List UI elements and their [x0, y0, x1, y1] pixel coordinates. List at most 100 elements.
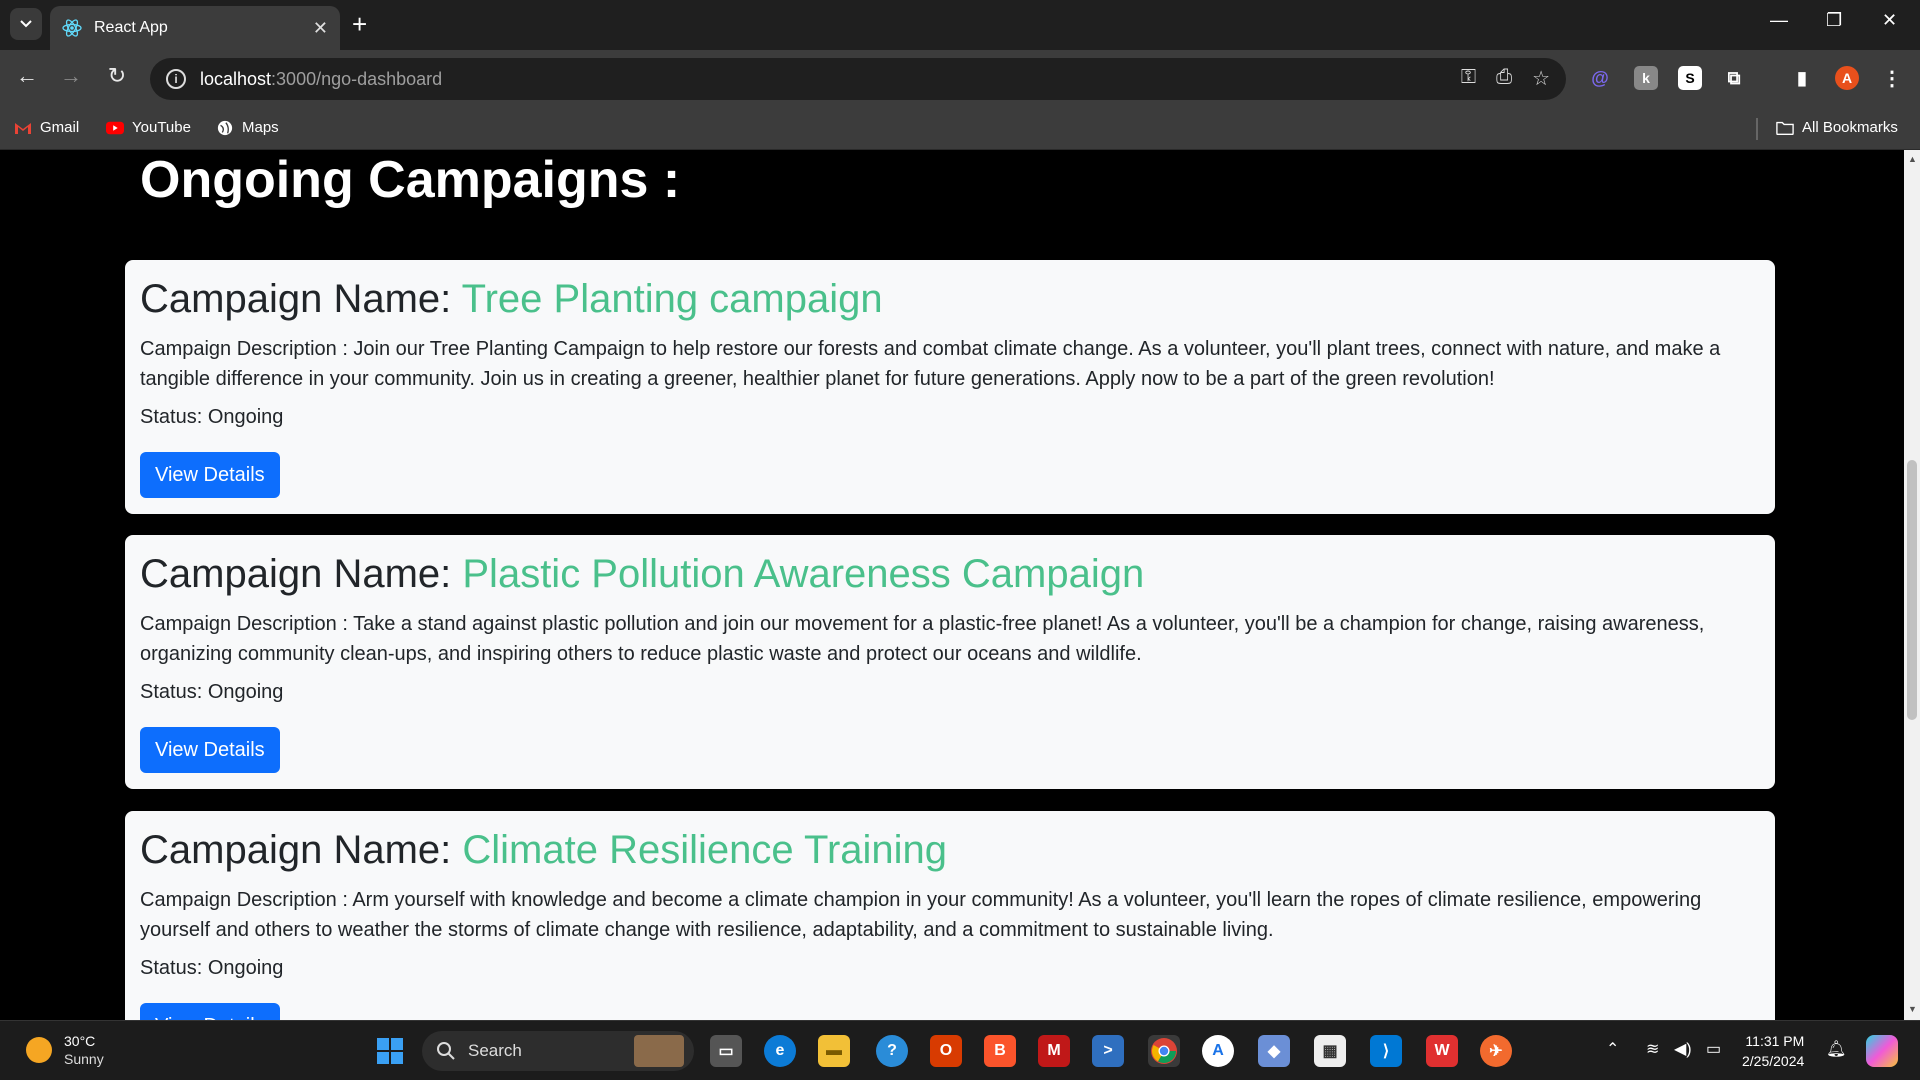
get-help-icon[interactable]: ? [876, 1035, 908, 1067]
task-view-icon[interactable]: ▭ [710, 1035, 742, 1067]
gmail-icon [15, 122, 31, 134]
weather-widget[interactable]: 30°C Sunny [26, 1032, 104, 1068]
campaign-title: Campaign Name: Climate Resilience Traini… [140, 827, 1760, 873]
browser-tab[interactable]: React App ✕ [50, 6, 340, 50]
reload-icon[interactable]: ↻ [102, 63, 132, 89]
page-viewport: Ongoing Campaigns : Campaign Name: Tree … [0, 150, 1904, 1020]
vpn-shield-icon[interactable]: ◆ [1258, 1035, 1290, 1067]
profile-avatar[interactable]: A [1835, 66, 1859, 90]
globe-icon [217, 120, 233, 135]
windows-start-icon[interactable] [374, 1035, 406, 1067]
bookmark-maps[interactable]: Maps [216, 119, 279, 136]
page-title: Ongoing Campaigns : [140, 151, 681, 209]
extensions-puzzle-icon[interactable]: ⧉ [1722, 66, 1746, 90]
windows-logo-icon [377, 1038, 403, 1064]
office-icon[interactable]: O [930, 1035, 962, 1067]
notification-bell-icon[interactable]: 🔔︎ [1826, 1039, 1846, 1059]
key-icon[interactable]: ⚿ [1461, 66, 1476, 91]
microsoft-store-icon[interactable]: ▦ [1314, 1035, 1346, 1067]
extension-ai-icon[interactable]: k [1634, 66, 1658, 90]
restore-icon[interactable]: ❐ [1826, 10, 1842, 31]
chrome-logo-icon [1151, 1038, 1177, 1064]
bookmarks-divider [1756, 118, 1758, 140]
view-details-button[interactable]: View Details [140, 1003, 280, 1020]
clock-time: 11:31 PM [1745, 1033, 1805, 1049]
campaign-description: Campaign Description : Join our Tree Pla… [140, 338, 1721, 390]
chevron-down-icon [20, 20, 32, 28]
windows-taskbar: 30°C Sunny Search ▭ e ▬ ? O B M > A ◆ ▦ … [0, 1020, 1920, 1080]
menu-kebab-icon[interactable]: ⋮ [1880, 66, 1904, 90]
postman-icon[interactable]: ✈ [1480, 1035, 1512, 1067]
close-window-icon[interactable]: ✕ [1882, 10, 1897, 31]
new-tab-button[interactable]: + [352, 10, 367, 38]
edge-icon[interactable]: e [764, 1035, 796, 1067]
chrome-icon[interactable] [1148, 1035, 1180, 1067]
url-path: :3000/ngo-dashboard [271, 68, 443, 89]
system-clock[interactable]: 11:31 PM 2/25/2024 [1742, 1031, 1804, 1071]
browser-toolbar: ← → ↻ i localhost :3000/ngo-dashboard ⚿ … [0, 50, 1920, 108]
react-logo-icon [62, 19, 82, 37]
search-icon [437, 1042, 455, 1060]
campaign-card: Campaign Name: Tree Planting campaign Ca… [125, 260, 1775, 514]
extension-at-icon[interactable]: @ [1588, 66, 1612, 90]
sun-icon [26, 1037, 52, 1063]
campaign-card: Campaign Name: Climate Resilience Traini… [125, 811, 1775, 1020]
wps-office-icon[interactable]: W [1426, 1035, 1458, 1067]
scroll-down-icon[interactable]: ▼ [1908, 1004, 1917, 1014]
back-arrow-icon[interactable]: ← [12, 63, 42, 89]
bookmark-gmail[interactable]: Gmail [14, 119, 79, 136]
campaign-status: Status: Ongoing [140, 681, 284, 703]
campaign-status: Status: Ongoing [140, 406, 284, 428]
file-explorer-icon[interactable]: ▬ [818, 1035, 850, 1067]
campaign-description: Campaign Description : Arm yourself with… [140, 889, 1702, 941]
vscode-icon[interactable]: ⟩ [1370, 1035, 1402, 1067]
taskbar-search[interactable]: Search [422, 1031, 694, 1071]
campaign-title: Campaign Name: Plastic Pollution Awarene… [140, 551, 1760, 597]
extension-s-icon[interactable]: S [1678, 66, 1702, 90]
view-details-button[interactable]: View Details [140, 452, 280, 498]
volume-icon[interactable]: ◀) [1674, 1039, 1692, 1059]
scroll-up-icon[interactable]: ▲ [1908, 154, 1917, 164]
clock-date: 2/25/2024 [1742, 1053, 1805, 1069]
powershell-icon[interactable]: > [1092, 1035, 1124, 1067]
install-app-icon[interactable]: ⎙ [1496, 66, 1512, 91]
bookmark-star-icon[interactable]: ☆ [1532, 66, 1550, 91]
forward-arrow-icon[interactable]: → [56, 63, 86, 89]
tab-search-button[interactable] [10, 8, 42, 40]
temperature: 30°C [64, 1033, 96, 1049]
site-info-icon[interactable]: i [166, 69, 186, 89]
tray-overflow-icon[interactable]: ⌃ [1606, 1039, 1619, 1059]
wifi-icon[interactable]: ≋ [1646, 1039, 1659, 1059]
campaign-status: Status: Ongoing [140, 957, 284, 979]
page-scrollbar[interactable]: ▲ ▼ [1904, 150, 1920, 1020]
minimize-icon[interactable]: — [1770, 10, 1788, 31]
app-store-icon[interactable]: A [1202, 1035, 1234, 1067]
search-highlight-image [634, 1035, 684, 1067]
folder-icon [1776, 121, 1794, 135]
all-bookmarks[interactable]: All Bookmarks [1776, 119, 1898, 136]
bookmark-label: Maps [242, 119, 279, 136]
scroll-thumb[interactable] [1907, 460, 1917, 720]
youtube-icon [106, 121, 124, 134]
tab-title: React App [94, 19, 168, 36]
brave-icon[interactable]: B [984, 1035, 1016, 1067]
bookmark-label: Gmail [40, 119, 80, 136]
search-placeholder: Search [468, 1041, 522, 1060]
view-details-button[interactable]: View Details [140, 727, 280, 773]
copilot-icon[interactable] [1866, 1035, 1898, 1067]
campaign-card: Campaign Name: Plastic Pollution Awarene… [125, 535, 1775, 789]
campaign-name-prefix: Campaign Name: [140, 277, 462, 321]
bookmark-youtube[interactable]: YouTube [106, 119, 191, 136]
campaign-name: Tree Planting campaign [461, 277, 883, 321]
campaign-description: Campaign Description : Take a stand agai… [140, 613, 1705, 665]
battery-icon[interactable]: ▭ [1706, 1039, 1721, 1059]
bookmarks-bar: Gmail YouTube Maps All Bookmarks [0, 108, 1920, 150]
address-bar[interactable]: i localhost :3000/ngo-dashboard ⚿ ⎙ ☆ [150, 58, 1566, 100]
campaign-name-prefix: Campaign Name: [140, 552, 463, 596]
side-panel-icon[interactable]: ▮ [1790, 66, 1814, 90]
weather-condition: Sunny [64, 1051, 104, 1067]
all-bookmarks-label: All Bookmarks [1802, 119, 1898, 136]
mcafee-icon[interactable]: M [1038, 1035, 1070, 1067]
tab-close-icon[interactable]: ✕ [313, 18, 328, 39]
campaign-title: Campaign Name: Tree Planting campaign [140, 276, 1760, 322]
